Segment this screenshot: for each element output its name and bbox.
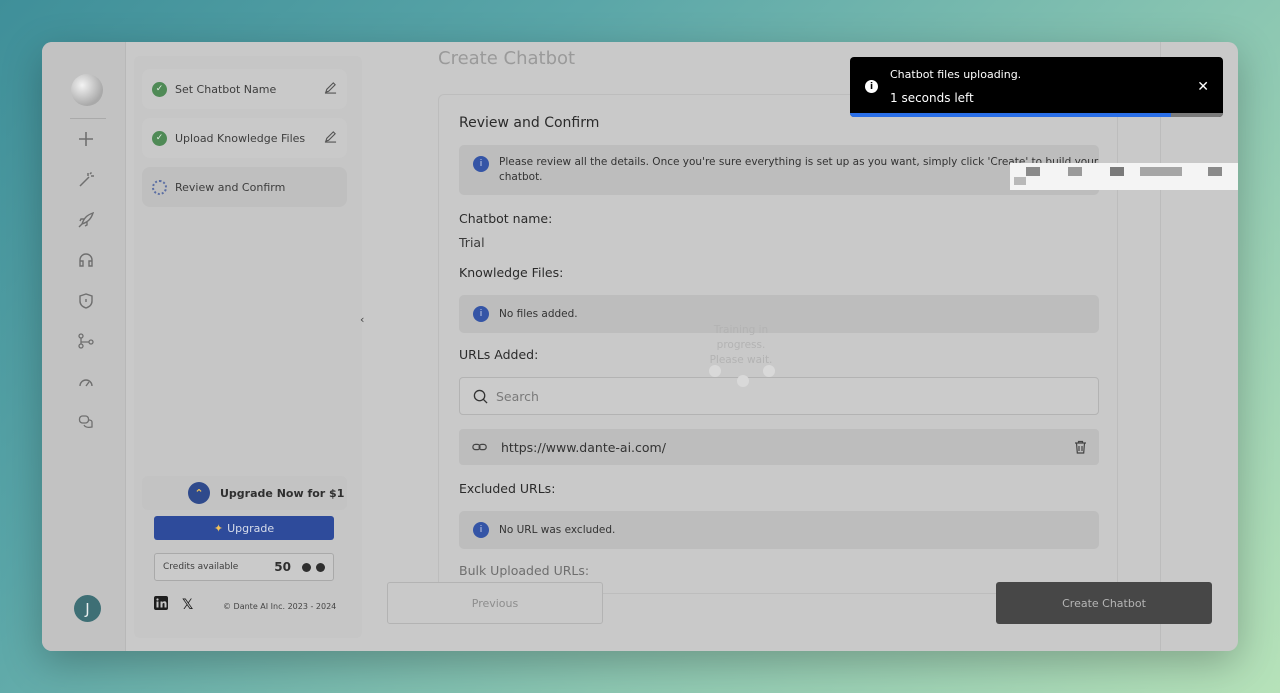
linkedin-icon[interactable]: [154, 596, 168, 614]
copyright: © Dante AI Inc. 2023 - 2024: [223, 602, 337, 611]
rail-divider: [70, 118, 106, 119]
knowledge-files-info-text: No files added.: [499, 308, 578, 320]
check-icon: ✓: [152, 81, 167, 97]
toast-title: Chatbot files uploading.: [890, 68, 1022, 81]
trash-icon[interactable]: [1074, 440, 1087, 457]
add-credits-icon[interactable]: [316, 563, 325, 572]
branch-icon[interactable]: [75, 330, 97, 352]
search-input[interactable]: Search: [459, 377, 1099, 415]
credits-box: Credits available 50: [154, 553, 334, 581]
right-divider: [1160, 42, 1161, 651]
app-window: J ✓ Set Chatbot Name ✓ Upload Knowledge …: [42, 42, 1238, 651]
step-upload-knowledge-files[interactable]: ✓ Upload Knowledge Files: [142, 118, 347, 158]
toast-subtitle: 1 seconds left: [890, 91, 974, 105]
plus-icon[interactable]: [75, 128, 97, 150]
loading-dot: [737, 375, 749, 387]
gauge-icon[interactable]: [75, 371, 97, 393]
headset-icon[interactable]: [75, 249, 97, 271]
excluded-urls-label: Excluded URLs:: [459, 481, 556, 496]
card-title: Review and Confirm: [459, 115, 600, 131]
upgrade-button-label: Upgrade: [227, 521, 275, 535]
intro-text-line-2: chatbot.: [499, 171, 543, 183]
previous-button[interactable]: Previous: [387, 582, 603, 624]
rocket-icon[interactable]: [75, 209, 97, 231]
collapse-sidebar-icon[interactable]: ‹: [360, 313, 364, 326]
check-icon: ✓: [152, 130, 167, 146]
loading-dots: [709, 365, 779, 387]
chat-bubbles-icon[interactable]: [75, 411, 97, 433]
upload-toast: i Chatbot files uploading. 1 seconds lef…: [850, 57, 1223, 117]
info-icon[interactable]: [302, 563, 311, 572]
loading-spinner-icon: [152, 179, 167, 195]
shield-icon[interactable]: [75, 290, 97, 312]
chatbot-name-label: Chatbot name:: [459, 211, 553, 226]
intro-info-box: i Please review all the details. Once yo…: [459, 145, 1099, 195]
main-content: Create Chatbot Review and Confirm i Plea…: [374, 42, 1238, 651]
step-set-chatbot-name[interactable]: ✓ Set Chatbot Name: [142, 69, 347, 109]
upgrade-now-banner[interactable]: ⌃ Upgrade Now for $1: [142, 476, 347, 510]
info-icon: i: [473, 306, 489, 322]
create-chatbot-button[interactable]: Create Chatbot: [996, 582, 1212, 624]
training-overlay-text: Training in progress. Please wait.: [689, 323, 793, 368]
edit-icon[interactable]: [324, 81, 337, 97]
info-icon: i: [865, 80, 878, 93]
upgrade-now-label: Upgrade Now for $1: [220, 486, 345, 500]
double-chevron-up-icon: ⌃: [188, 482, 210, 504]
step-label: Set Chatbot Name: [175, 82, 277, 96]
icon-rail: J: [42, 42, 126, 651]
info-icon: i: [473, 156, 489, 172]
credits-label: Credits available: [163, 562, 239, 572]
social-links: 𝕏: [154, 596, 193, 614]
avatar[interactable]: J: [74, 595, 101, 622]
close-icon[interactable]: ✕: [1197, 79, 1209, 95]
redacted-region: [1010, 163, 1238, 190]
step-label: Upload Knowledge Files: [175, 131, 306, 145]
knowledge-files-label: Knowledge Files:: [459, 265, 564, 280]
training-line-2: progress.: [716, 339, 766, 351]
search-placeholder: Search: [496, 388, 539, 404]
step-label: Review and Confirm: [175, 180, 286, 194]
bulk-uploaded-label: Bulk Uploaded URLs:: [459, 563, 590, 578]
loading-dot: [709, 365, 721, 377]
toast-progress-fill: [850, 113, 1171, 117]
link-icon: [472, 440, 488, 457]
excluded-urls-info-text: No URL was excluded.: [499, 524, 616, 536]
logo[interactable]: [71, 74, 103, 106]
x-twitter-icon[interactable]: 𝕏: [182, 597, 193, 613]
step-review-and-confirm[interactable]: Review and Confirm: [142, 167, 347, 207]
steps-panel: ✓ Set Chatbot Name ✓ Upload Knowledge Fi…: [134, 56, 362, 638]
magic-wand-icon[interactable]: [75, 169, 97, 191]
info-icon: i: [473, 522, 489, 538]
urls-added-label: URLs Added:: [459, 347, 539, 362]
page-title: Create Chatbot: [438, 48, 576, 69]
chatbot-name-value: Trial: [459, 235, 485, 250]
intro-text-line-1: Please review all the details. Once you'…: [499, 156, 1099, 168]
credits-value: 50: [274, 560, 291, 574]
url-text: https://www.dante-ai.com/: [501, 439, 666, 455]
loading-dot: [763, 365, 775, 377]
training-line-1: Training in: [713, 324, 769, 336]
search-icon: [473, 389, 488, 407]
url-list-item: https://www.dante-ai.com/: [459, 429, 1099, 465]
edit-icon[interactable]: [324, 130, 337, 146]
upgrade-button[interactable]: ✦ Upgrade: [154, 516, 334, 540]
excluded-urls-info: i No URL was excluded.: [459, 511, 1099, 549]
sparkle-icon: ✦: [213, 521, 224, 535]
